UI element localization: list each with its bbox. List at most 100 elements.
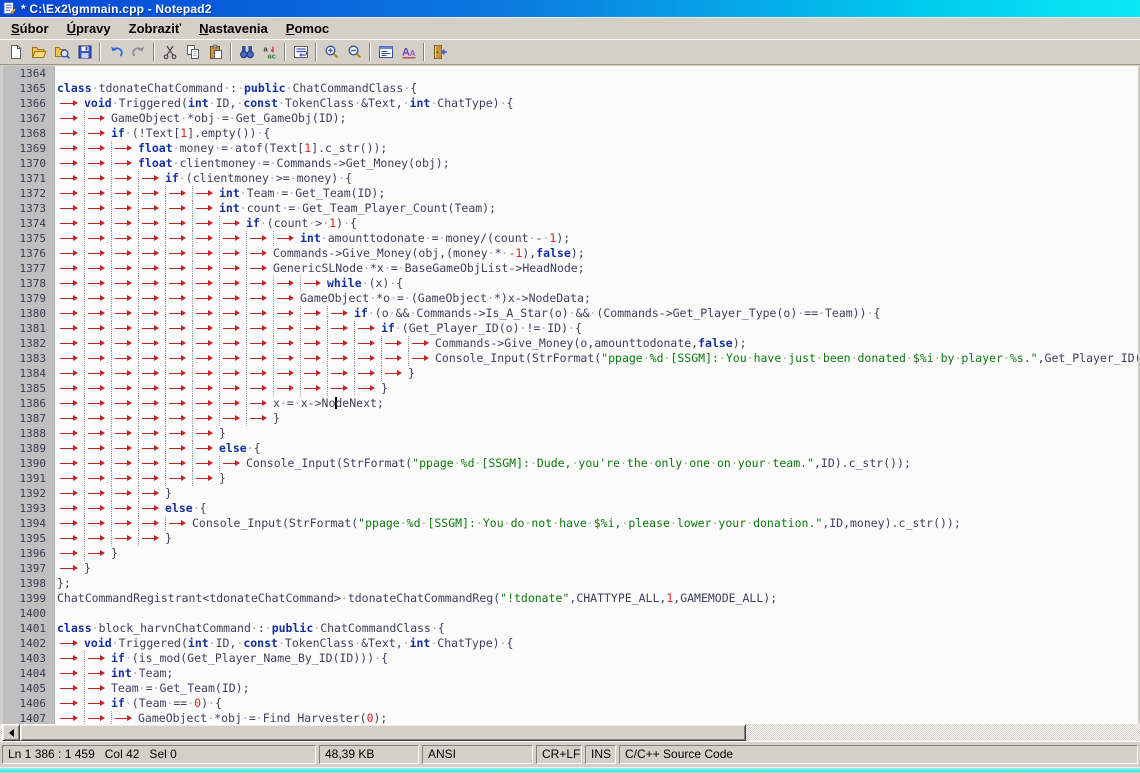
code-line[interactable]: 1366void·Triggered(int·ID,·const·TokenCl… [3,96,1138,111]
zoom-out-button[interactable] [343,41,366,63]
code-line[interactable]: 1393else·{ [3,501,1138,516]
code-line[interactable]: 1405Team·=·Get_Team(ID); [3,681,1138,696]
tab-arrow-icon [111,246,138,261]
code-line[interactable]: 1400 [3,606,1138,621]
copy-button[interactable] [181,41,204,63]
tab-arrow-icon [57,231,84,246]
code-line[interactable]: 1376Commands->Give_Money(obj,(money·*·-1… [3,246,1138,261]
tab-arrow-icon [84,441,111,456]
undo-button[interactable] [104,41,127,63]
code-line[interactable]: 1368if·(!Text[1].empty())·{ [3,126,1138,141]
code-line[interactable]: 1401class·block_harvnChatCommand·:·publi… [3,621,1138,636]
word-wrap-button[interactable] [289,41,312,63]
code-line[interactable]: 1371if·(clientmoney·>=·money)·{ [3,171,1138,186]
code-line[interactable]: 1397} [3,561,1138,576]
code-line[interactable]: 1387} [3,411,1138,426]
code-line[interactable]: 1390Console_Input(StrFormat("ppage·%d·[S… [3,456,1138,471]
paste-button[interactable] [204,41,227,63]
code-line[interactable]: 1395} [3,531,1138,546]
title-bar: * C:\Ex2\gmmain.cpp - Notepad2 [0,0,1140,17]
code-line[interactable]: 1396} [3,546,1138,561]
code-line[interactable]: 1402void·Triggered(int·ID,·const·TokenCl… [3,636,1138,651]
tab-arrow-icon [354,351,381,366]
tab-arrow-icon [138,501,165,516]
code-line[interactable]: 1382Commands->Give_Money(o,amounttodonat… [3,336,1138,351]
menu-item-edit[interactable]: Úpravy [58,19,120,38]
line-number: 1382 [3,336,55,351]
save-file-button[interactable] [73,41,96,63]
cut-button[interactable] [158,41,181,63]
line-number: 1388 [3,426,55,441]
tab-arrow-icon [138,171,165,186]
tab-arrow-icon [138,531,165,546]
desktop-edge-stripe [0,767,1140,772]
scrollbar-thumb[interactable] [20,724,746,741]
code-line[interactable]: 1367GameObject·*obj·=·Get_GameObj(ID); [3,111,1138,126]
view-scheme-button[interactable] [374,41,397,63]
find-button[interactable] [235,41,258,63]
status-encoding[interactable]: ANSI [422,745,533,764]
exit-button[interactable] [428,41,451,63]
font-button[interactable]: AA [397,41,420,63]
new-file-button[interactable] [4,41,27,63]
code-line[interactable]: 1379GameObject·*o·=·(GameObject·*)x->Nod… [3,291,1138,306]
code-line[interactable]: 1403if·(is_mod(Get_Player_Name_By_ID(ID)… [3,651,1138,666]
code-line[interactable]: 1386x·=·x->NodeNext; [3,396,1138,411]
code-line[interactable]: 1389else·{ [3,441,1138,456]
code-line[interactable]: 1372int·Team·=·Get_Team(ID); [3,186,1138,201]
code-line[interactable]: 1394Console_Input(StrFormat("ppage·%d·[S… [3,516,1138,531]
code-line[interactable]: 1381if·(Get_Player_ID(o)·!=·ID)·{ [3,321,1138,336]
code-line[interactable]: 1406if·(Team·==·0)·{ [3,696,1138,711]
browse-file-button[interactable] [50,41,73,63]
tab-arrow-icon [327,306,354,321]
status-cursor-position[interactable]: Ln 1 386 : 1 459 Col 42 Sel 0 [2,745,316,764]
menu-item-settings[interactable]: Nastavenia [190,19,277,38]
code-line[interactable]: 1374if·(count·>·1)·{ [3,216,1138,231]
status-line-endings[interactable]: CR+LF [536,745,582,764]
code-line[interactable]: 1370float·clientmoney·=·Commands->Get_Mo… [3,156,1138,171]
code-line[interactable]: 1399ChatCommandRegistrant<tdonateChatCom… [3,591,1138,606]
tab-arrow-icon [246,291,273,306]
paste-icon [208,44,224,60]
code-line[interactable]: 1392} [3,486,1138,501]
tab-arrow-icon [57,351,84,366]
text-editor[interactable]: 13641365class·tdonateChatCommand·:·publi… [3,66,1138,724]
zoom-in-button[interactable] [320,41,343,63]
code-line[interactable]: 1384} [3,366,1138,381]
menu-item-file[interactable]: Súbor [2,19,58,38]
replace-button[interactable]: aac [258,41,281,63]
status-insert-mode[interactable]: INS [585,745,616,764]
redo-button[interactable] [127,41,150,63]
code-line[interactable]: 1378while·(x)·{ [3,276,1138,291]
menu-item-view[interactable]: Zobraziť [120,19,190,38]
open-file-button[interactable] [27,41,50,63]
code-line[interactable]: 1407GameObject·*obj·=·Find_Harvester(0); [3,711,1138,724]
code-line[interactable]: 1404int·Team; [3,666,1138,681]
code-line[interactable]: 1383Console_Input(StrFormat("ppage·%d·[S… [3,351,1138,366]
code-line[interactable]: 1377GenericSLNode·*x·=·BaseGameObjList->… [3,261,1138,276]
tab-arrow-icon [246,276,273,291]
horizontal-scrollbar[interactable] [0,724,1140,741]
code-line[interactable]: 1380if·(o·&&·Commands->Is_A_Star(o)·&&·(… [3,306,1138,321]
scroll-left-button[interactable] [2,724,20,741]
code-line[interactable]: 1365class·tdonateChatCommand·:·public·Ch… [3,81,1138,96]
code-line[interactable]: 1373int·count·=·Get_Team_Player_Count(Te… [3,201,1138,216]
code-line[interactable]: 1364 [3,66,1138,81]
code-line[interactable]: 1388} [3,426,1138,441]
tab-arrow-icon [138,186,165,201]
tab-arrow-icon [192,246,219,261]
svg-text:ac: ac [267,52,275,61]
code-line[interactable]: 1398}; [3,576,1138,591]
code-line[interactable]: 1391} [3,471,1138,486]
code-line[interactable]: 1385} [3,381,1138,396]
tab-arrow-icon [219,291,246,306]
tab-arrow-icon [273,336,300,351]
tab-arrow-icon [138,216,165,231]
menu-item-help[interactable]: Pomoc [277,19,338,38]
line-number: 1369 [3,141,55,156]
code-line[interactable]: 1369float·money·=·atof(Text[1].c_str()); [3,141,1138,156]
tab-arrow-icon [84,396,111,411]
status-file-type[interactable]: C/C++ Source Code [619,745,1138,764]
tab-arrow-icon [381,351,408,366]
code-line[interactable]: 1375int·amounttodonate·=·money/(count·-·… [3,231,1138,246]
